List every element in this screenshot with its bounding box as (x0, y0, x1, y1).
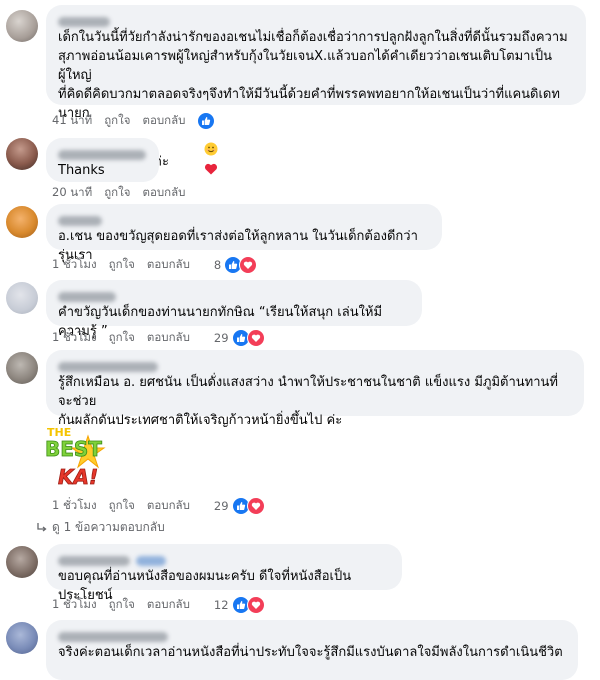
view-replies-link[interactable]: ดู 1 ข้อความตอบกลับ (36, 518, 165, 537)
reaction-count: 8 (213, 258, 222, 272)
comment-time[interactable]: 41 นาที (52, 112, 92, 130)
avatar[interactable] (6, 10, 38, 42)
avatar[interactable] (6, 546, 38, 578)
comment-actions: 1 ชั่วโมง ถูกใจ ตอบกลับ 8 (52, 256, 258, 274)
like-icon[interactable] (197, 112, 216, 130)
commenter-name[interactable] (58, 627, 566, 642)
love-icon (239, 256, 258, 274)
commenter-name[interactable] (58, 12, 574, 27)
love-icon (246, 596, 265, 614)
comment-bubble: อ.เชน ของขวัญสุดยอดที่เราส่งต่อให้ลูกหลา… (46, 204, 442, 263)
comment-time[interactable]: 20 นาที (52, 184, 92, 202)
reaction-count: 29 (213, 499, 229, 513)
avatar[interactable] (6, 138, 38, 170)
comment-actions: 1 ชั่วโมง ถูกใจ ตอบกลับ 12 (52, 596, 265, 614)
reply-arrow-icon (37, 522, 47, 532)
reply-button[interactable]: ตอบกลับ (147, 329, 190, 347)
view-replies-label: ดู 1 ข้อความตอบกลับ (52, 520, 165, 534)
commenter-name[interactable] (58, 357, 572, 372)
commenter-name[interactable] (58, 211, 430, 226)
reaction-summary[interactable]: 12 (214, 596, 265, 614)
comment-bubble: เด็กในวันนี้ที่วัยกำลังน่ารักของอเชนไม่เ… (46, 5, 586, 175)
reply-button[interactable]: ตอบกลับ (147, 256, 190, 274)
avatar[interactable] (6, 622, 38, 654)
avatar[interactable] (6, 282, 38, 314)
reply-button[interactable]: ตอบกลับ (147, 596, 190, 614)
the-best-sticker[interactable]: THE BEST KA! (42, 422, 120, 494)
commenter-name[interactable] (58, 551, 390, 566)
reaction-summary[interactable]: 29 (214, 329, 265, 347)
commenter-name[interactable] (58, 287, 410, 302)
the-best-sticker-icon: THE BEST KA! (45, 426, 106, 489)
avatar[interactable] (6, 352, 38, 384)
reply-button[interactable]: ตอบกลับ (142, 184, 185, 202)
svg-text:KA!: KA! (58, 465, 98, 489)
love-icon (246, 497, 265, 515)
like-button[interactable]: ถูกใจ (109, 497, 135, 515)
reply-button[interactable]: ตอบกลับ (142, 112, 185, 130)
commenter-name[interactable] (58, 145, 147, 160)
red-heart-icon (204, 163, 218, 175)
svg-text:BEST: BEST (45, 437, 102, 461)
comment-actions: 20 นาที ถูกใจ ตอบกลับ (52, 184, 185, 202)
comment-text: Thanks (58, 163, 105, 178)
comment-text: จริงค่ะตอนเด็กเวลาอ่านหนังสือที่น่าประทั… (58, 645, 563, 660)
comment-bubble: Thanks (46, 138, 159, 182)
reaction-count: 12 (213, 598, 229, 612)
reaction-count: 29 (213, 331, 229, 345)
comment-bubble: คำขวัญวันเด็กของท่านนายกทักษิณ “เรียนให้… (46, 280, 422, 339)
comment-bubble: จริงค่ะตอนเด็กเวลาอ่านหนังสือที่น่าประทั… (46, 620, 578, 680)
comment-actions: 1 ชั่วโมง ถูกใจ ตอบกลับ 29 (52, 497, 265, 515)
like-button[interactable]: ถูกใจ (104, 112, 130, 130)
love-icon (246, 329, 265, 347)
like-button[interactable]: ถูกใจ (109, 256, 135, 274)
avatar[interactable] (6, 206, 38, 238)
reply-button[interactable]: ตอบกลับ (147, 497, 190, 515)
comment-time[interactable]: 1 ชั่วโมง (52, 596, 97, 614)
comment-time[interactable]: 1 ชั่วโมง (52, 256, 97, 274)
comment-bubble: รู้สึกเหมือน อ. ยศชนัน เป็นดั่งแสงสว่าง … (46, 350, 584, 428)
comment-actions: 41 นาที ถูกใจ ตอบกลับ (52, 112, 216, 130)
reaction-summary[interactable]: 8 (213, 256, 258, 274)
smiling-face-icon (204, 142, 218, 156)
like-button[interactable]: ถูกใจ (109, 329, 135, 347)
comment-time[interactable]: 1 ชั่วโมง (52, 497, 97, 515)
comment-bubble: ขอบคุณที่อ่านหนังสือของผมนะครับ ดีใจที่ห… (46, 544, 402, 603)
reaction-summary[interactable]: 29 (214, 497, 265, 515)
comment-text: รู้สึกเหมือน อ. ยศชนัน เป็นดั่งแสงสว่าง … (58, 375, 558, 428)
like-button[interactable]: ถูกใจ (104, 184, 130, 202)
like-button[interactable]: ถูกใจ (109, 596, 135, 614)
comment-actions: 1 ชั่วโมง ถูกใจ ตอบกลับ 29 (52, 329, 265, 347)
comment-time[interactable]: 1 ชั่วโมง (52, 329, 97, 347)
